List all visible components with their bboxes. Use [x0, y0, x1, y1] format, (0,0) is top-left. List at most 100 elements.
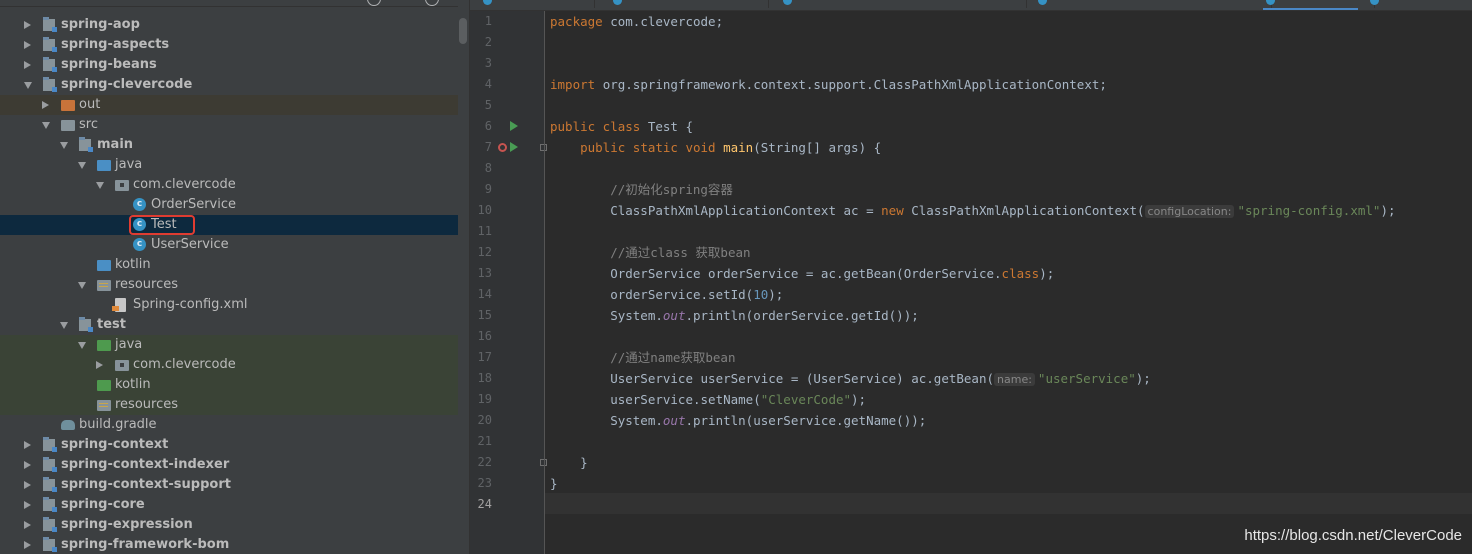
module-icon	[43, 537, 57, 552]
chevron-down-icon[interactable]	[60, 142, 68, 149]
chevron-right-icon[interactable]	[24, 61, 31, 69]
code-line[interactable]: //通过name获取bean	[550, 347, 735, 368]
chevron-right-icon[interactable]	[42, 101, 49, 109]
code-line[interactable]: System.out.println(orderService.getId())…	[550, 305, 919, 326]
code-line[interactable]: package com.clevercode;	[550, 11, 723, 32]
tree-item[interactable]: spring-beans	[0, 55, 458, 75]
tree-item[interactable]: src	[0, 115, 458, 135]
tree-item[interactable]: com.clevercode	[0, 355, 458, 375]
editor-tab[interactable]	[1035, 0, 1272, 8]
chevron-right-icon[interactable]	[24, 41, 31, 49]
tree-item[interactable]: spring-core	[0, 495, 458, 515]
tree-item[interactable]: build.gradle	[0, 415, 458, 435]
code-token: out	[662, 308, 686, 323]
code-line[interactable]: userService.setName("CleverCode");	[550, 389, 866, 410]
tree-item[interactable]: spring-framework-bom	[0, 535, 458, 554]
code-token: UserService userService = (UserService) …	[550, 371, 995, 386]
chevron-down-icon[interactable]	[24, 82, 32, 89]
line-number: 6	[484, 119, 492, 133]
code-line[interactable]: //初始化spring容器	[550, 179, 733, 200]
code-line[interactable]: public static void main(String[] args) {	[550, 137, 881, 158]
debug-icon[interactable]	[498, 143, 507, 152]
code-line[interactable]: OrderService orderService = ac.getBean(O…	[550, 263, 1054, 284]
tree-item[interactable]: java	[0, 335, 458, 355]
tree-item[interactable]: kotlin	[0, 375, 458, 395]
project-scrollbar[interactable]	[459, 18, 467, 44]
tree-item[interactable]: resources	[0, 275, 458, 295]
module-icon	[43, 17, 57, 32]
run-gutter-icon[interactable]	[510, 142, 518, 152]
code-line[interactable]: ClassPathXmlApplicationContext ac = new …	[550, 200, 1396, 221]
tree-item-label: Spring-config.xml	[133, 297, 248, 312]
folder-blue-icon	[97, 260, 111, 271]
code-line[interactable]: }	[550, 473, 558, 494]
tree-item[interactable]: spring-context-support	[0, 475, 458, 495]
code-line[interactable]: UserService userService = (UserService) …	[550, 368, 1151, 389]
tree-item[interactable]: Spring-config.xml	[0, 295, 458, 315]
tree-item[interactable]: kotlin	[0, 255, 458, 275]
chevron-down-icon[interactable]	[78, 162, 86, 169]
tree-item[interactable]: spring-context	[0, 435, 458, 455]
tree-item[interactable]: spring-clevercode	[0, 75, 458, 95]
chevron-down-icon[interactable]	[96, 182, 104, 189]
editor-tab-active[interactable]	[1263, 0, 1375, 8]
project-tree: spring-aop spring-aspects spring-beans spri…	[0, 15, 458, 554]
chevron-right-icon[interactable]	[24, 461, 31, 469]
tree-item[interactable]: out	[0, 95, 458, 115]
tree-item-label: UserService	[151, 237, 229, 252]
tree-item[interactable]: spring-expression	[0, 515, 458, 535]
code-token: OrderService orderService = ac.getBean(O…	[550, 266, 1002, 281]
chevron-right-icon[interactable]	[24, 441, 31, 449]
tree-item[interactable]: test	[0, 315, 458, 335]
code-token: "CleverCode"	[760, 392, 852, 407]
editor-tab[interactable]	[610, 0, 769, 8]
selection-highlight-box	[129, 215, 195, 235]
code-area[interactable]: package com.clevercode; import org.spring…	[550, 11, 1470, 554]
gradle-icon	[61, 420, 75, 430]
chevron-right-icon[interactable]	[24, 541, 31, 549]
line-number-gutter[interactable]: 1 2 3 4 5 6 7 8 9 10 11 12 13 14 15 16 17 18 19 20 21 22 23 24	[470, 11, 547, 554]
code-line[interactable]: //通过class 获取bean	[550, 242, 750, 263]
code-line[interactable]: orderService.setId(10);	[550, 284, 783, 305]
code-token: class	[1001, 266, 1040, 281]
locate-icon[interactable]	[367, 0, 381, 6]
editor-tab[interactable]	[780, 0, 1027, 8]
chevron-down-icon[interactable]	[78, 342, 86, 349]
tree-item[interactable]: c UserService	[0, 235, 458, 255]
code-line[interactable]: import org.springframework.context.suppo…	[550, 74, 1107, 95]
code-token: );	[768, 287, 784, 302]
tree-item[interactable]: main	[0, 135, 458, 155]
chevron-down-icon[interactable]	[42, 122, 50, 129]
chevron-right-icon[interactable]	[24, 521, 31, 529]
tree-item[interactable]: c OrderService	[0, 195, 458, 215]
chevron-right-icon[interactable]	[96, 361, 103, 369]
chevron-right-icon[interactable]	[24, 501, 31, 509]
code-token: System.	[550, 413, 663, 428]
code-token: public static void	[580, 140, 724, 155]
tree-item[interactable]: c Test	[0, 215, 458, 235]
tree-item-label: spring-aop	[61, 17, 140, 32]
code-line[interactable]: }	[550, 452, 588, 473]
code-line[interactable]: System.out.println(userService.getName()…	[550, 410, 926, 431]
tree-item[interactable]: spring-aspects	[0, 35, 458, 55]
gear-icon[interactable]	[425, 0, 439, 6]
editor-tab[interactable]	[480, 0, 595, 8]
tree-item[interactable]: spring-aop	[0, 15, 458, 35]
code-token: }	[550, 476, 558, 491]
code-line[interactable]: public class Test {	[550, 116, 693, 137]
tree-item[interactable]: spring-context-indexer	[0, 455, 458, 475]
chevron-right-icon[interactable]	[24, 481, 31, 489]
chevron-right-icon[interactable]	[24, 21, 31, 29]
chevron-down-icon[interactable]	[78, 282, 86, 289]
run-gutter-icon[interactable]	[510, 121, 518, 131]
code-token: //初始化spring容器	[610, 182, 733, 197]
tree-item[interactable]: resources	[0, 395, 458, 415]
code-token: "spring-config.xml"	[1237, 203, 1381, 218]
editor-tab[interactable]	[1367, 0, 1472, 8]
collapse-icon[interactable]	[398, 0, 410, 4]
tree-item[interactable]: java	[0, 155, 458, 175]
tree-item[interactable]: com.clevercode	[0, 175, 458, 195]
code-token: }	[550, 455, 588, 470]
chevron-down-icon[interactable]	[60, 322, 68, 329]
